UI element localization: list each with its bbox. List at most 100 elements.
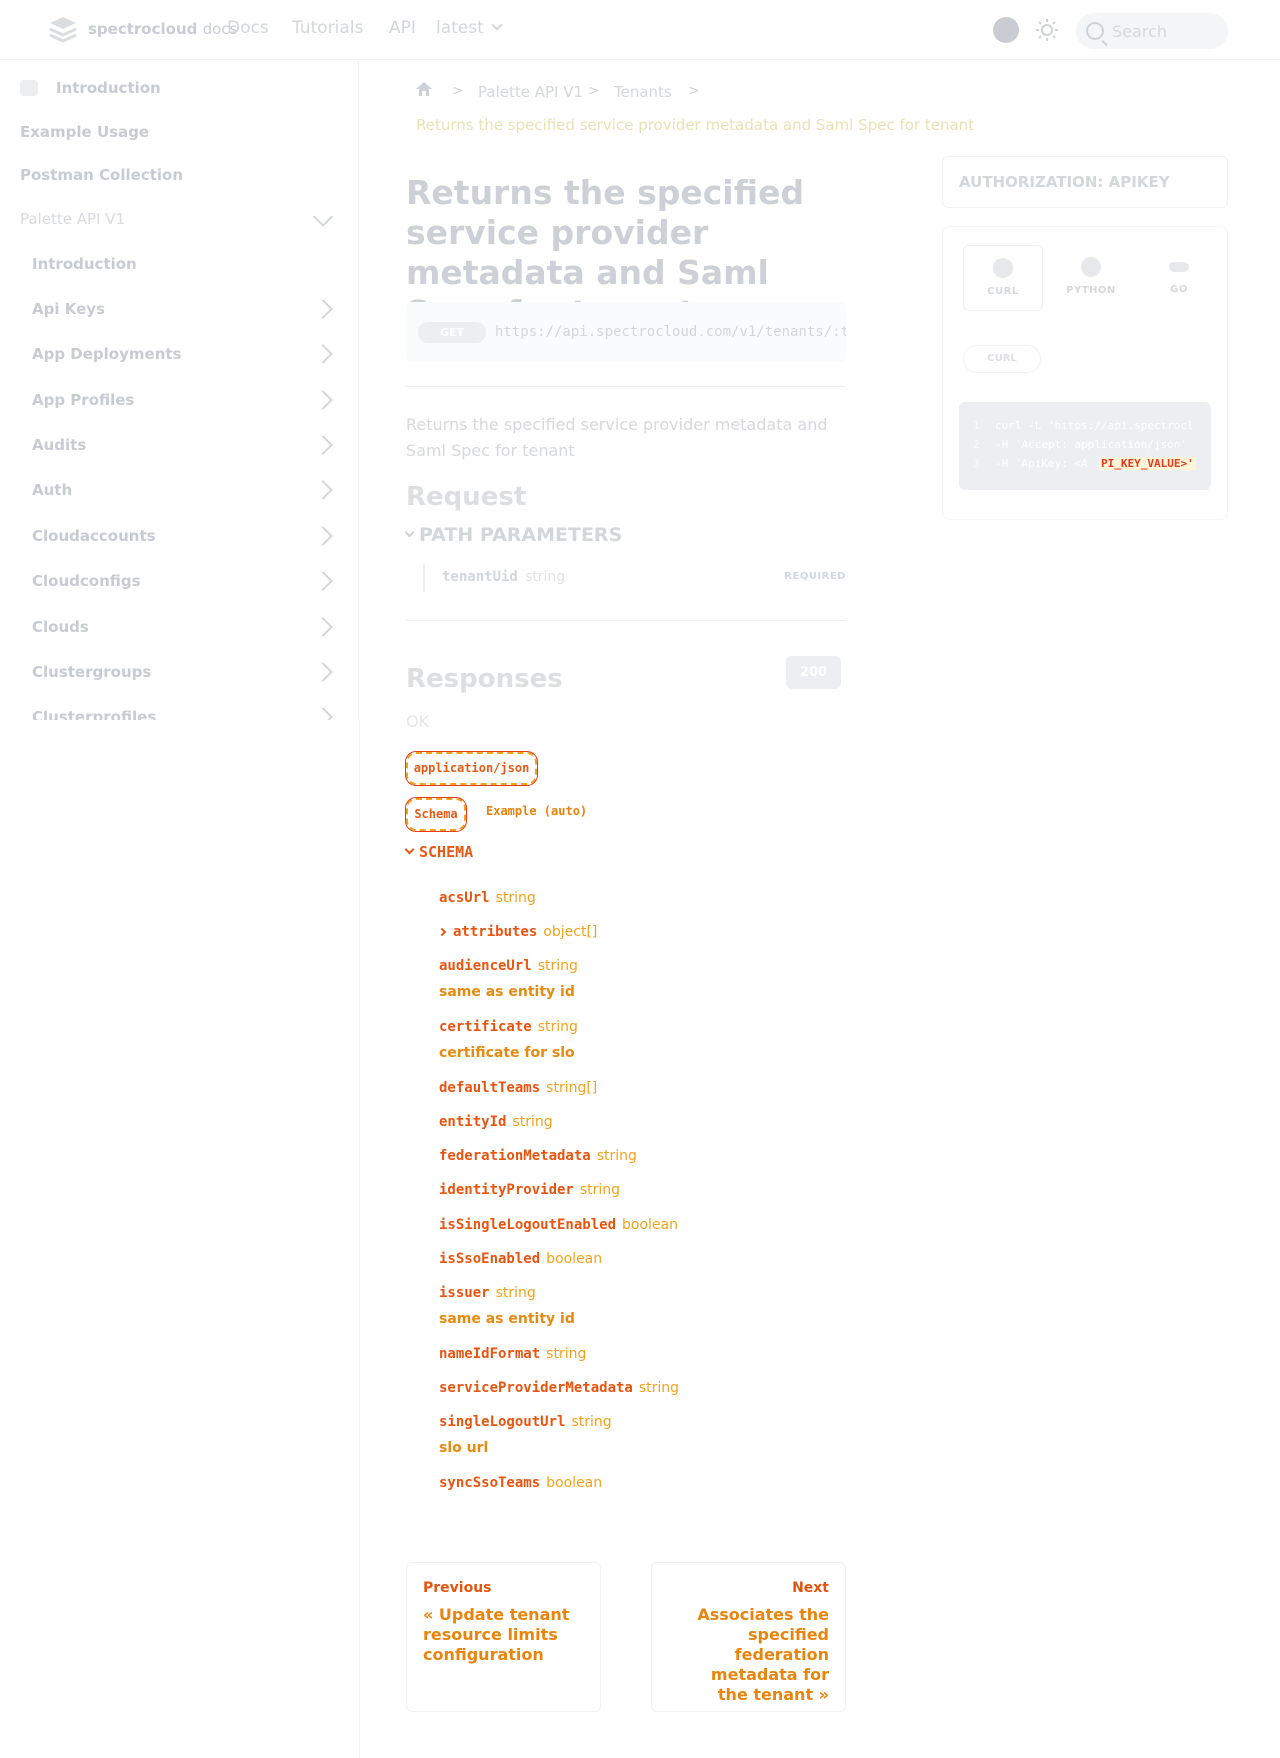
schema-field-issinglelogoutenabled: isSingleLogoutEnabled boolean xyxy=(439,1216,678,1234)
nav-link-tutorials[interactable]: Tutorials xyxy=(292,18,363,38)
breadcrumb-separator: > xyxy=(688,83,700,99)
sidebar-item-postman-collection[interactable]: Postman Collection xyxy=(20,166,183,184)
field-name: isSsoEnabled xyxy=(439,1251,541,1267)
sidebar-item-palette-api-v1[interactable]: Palette API V1 xyxy=(20,210,125,228)
nav-link-api[interactable]: API xyxy=(389,18,416,38)
line-number: 3 xyxy=(973,457,980,470)
code-text: -H 'Accept: application/json' xyxy=(995,438,1188,451)
field-type: string xyxy=(495,890,536,906)
chevron-right-icon[interactable] xyxy=(313,707,333,720)
param-row: tenantUid string REQUIRED xyxy=(423,564,846,592)
endpoint-url-bar[interactable]: GET https://api.spectrocloud.com/v1/tena… xyxy=(406,302,846,362)
schema-field-defaultteams: defaultTeams string[] xyxy=(439,1079,597,1097)
content-type-tab[interactable]: application/json xyxy=(405,751,538,786)
sidebar-subitem-api-keys[interactable]: Api Keys xyxy=(32,300,105,318)
sidebar-subitem-introduction[interactable]: Introduction xyxy=(32,255,137,273)
schema-field-identityprovider: identityProvider string xyxy=(439,1181,620,1199)
logo[interactable]: spectrocloud docs xyxy=(46,15,237,43)
chevron-right-icon[interactable] xyxy=(313,390,333,410)
curl-icon xyxy=(993,258,1013,278)
chevron-down-icon[interactable] xyxy=(313,207,333,227)
schema-field-certificate: certificate string certificate for slo xyxy=(439,1018,578,1062)
search-input[interactable]: Search xyxy=(1076,13,1228,49)
code-text: -H 'ApiKey: <A xyxy=(995,457,1088,470)
language-label: CURL xyxy=(987,286,1019,297)
sidebar-subitem-clustergroups[interactable]: Clustergroups xyxy=(32,663,151,681)
request-heading: Request xyxy=(406,482,527,512)
code-line: 1 curl -L 'https://api.spectrocl xyxy=(973,419,1194,432)
path-params-toggle[interactable]: PATH PARAMETERS xyxy=(404,524,623,546)
sidebar-subitem-audits[interactable]: Audits xyxy=(32,436,86,454)
chevron-right-icon[interactable] xyxy=(313,617,333,637)
version-label: latest xyxy=(436,18,484,38)
code-line: 2 -H 'Accept: application/json' xyxy=(973,438,1187,451)
pagination-next-title: Associates the specified federation meta… xyxy=(697,1605,829,1704)
language-tab-python[interactable]: PYTHON xyxy=(1051,245,1131,311)
curl-subtab[interactable]: CURL xyxy=(963,345,1041,373)
field-name: syncSsoTeams xyxy=(439,1475,541,1491)
field-name: certificate xyxy=(439,1019,532,1035)
pagination-next-label: Next xyxy=(792,1580,829,1596)
sidebar-subitem-auth[interactable]: Auth xyxy=(32,481,72,499)
field-name: acsUrl xyxy=(439,890,490,906)
responses-heading: Responses xyxy=(406,664,563,694)
param-type: string xyxy=(525,569,566,585)
schema-tab[interactable]: Schema xyxy=(405,797,467,832)
top-navbar: spectrocloud docs Docs Tutorials API lat… xyxy=(0,0,1280,60)
sidebar-subitem-app-deployments[interactable]: App Deployments xyxy=(32,345,181,363)
breadcrumb-palette-api[interactable]: Palette API V1 xyxy=(478,83,583,101)
chevron-right-icon[interactable] xyxy=(313,526,333,546)
code-text: curl -L 'https://api.spectrocl xyxy=(995,419,1194,432)
github-icon[interactable] xyxy=(993,17,1019,43)
field-type: string xyxy=(579,1182,621,1198)
example-tab[interactable]: Example (auto) xyxy=(486,804,587,818)
chevron-right-icon[interactable] xyxy=(313,480,333,500)
field-name: issuer xyxy=(439,1285,490,1301)
field-type: string xyxy=(495,1285,536,1301)
language-tab-curl[interactable]: CURL xyxy=(963,245,1043,311)
field-name: audienceUrl xyxy=(439,958,532,974)
pagination-next[interactable]: Next Associates the specified federation… xyxy=(651,1562,846,1712)
sidebar-item-introduction[interactable]: Introduction xyxy=(56,79,161,97)
field-name: isSingleLogoutEnabled xyxy=(439,1217,617,1233)
schema-field-attributes[interactable]: attributes object[] xyxy=(437,923,597,941)
chevron-right-icon[interactable] xyxy=(313,571,333,591)
authorization-panel[interactable]: AUTHORIZATION: APIKEY xyxy=(942,156,1228,208)
home-icon[interactable] xyxy=(416,82,432,96)
sidebar-subitem-cloudaccounts[interactable]: Cloudaccounts xyxy=(32,527,156,545)
pagination-previous[interactable]: Previous « Update tenant resource limits… xyxy=(406,1562,601,1712)
version-dropdown[interactable]: latest xyxy=(436,18,503,38)
pagination-previous-label: Previous xyxy=(423,1580,492,1596)
go-icon xyxy=(1169,262,1189,272)
language-tab-go[interactable]: GO xyxy=(1139,245,1219,311)
field-name: entityId xyxy=(439,1114,507,1130)
theme-toggle-sun-icon[interactable] xyxy=(1035,18,1059,42)
chevron-right-icon[interactable] xyxy=(313,435,333,455)
param-name: tenantUid xyxy=(442,569,518,585)
path-params-heading: PATH PARAMETERS xyxy=(419,524,623,546)
field-type: string xyxy=(537,958,578,974)
status-code-tab[interactable]: 200 xyxy=(786,656,841,689)
chevron-right-icon[interactable] xyxy=(313,299,333,319)
sidebar-subitem-clusterprofiles[interactable]: Clusterprofiles xyxy=(32,708,156,720)
chevron-right-icon[interactable] xyxy=(313,662,333,682)
schema-toggle[interactable]: SCHEMA xyxy=(404,843,473,861)
breadcrumb-tenants[interactable]: Tenants xyxy=(614,83,672,101)
sidebar-subitem-clouds[interactable]: Clouds xyxy=(32,618,89,636)
pagination-previous-title: « Update tenant resource limits configur… xyxy=(423,1605,570,1664)
chevron-right-icon[interactable] xyxy=(313,344,333,364)
sidebar-subitem-app-profiles[interactable]: App Profiles xyxy=(32,391,134,409)
field-description: certificate for slo xyxy=(439,1045,575,1061)
schema-field-federationmetadata: federationMetadata string xyxy=(439,1147,637,1165)
sidebar-subitem-cloudconfigs[interactable]: Cloudconfigs xyxy=(32,572,141,590)
field-type: string xyxy=(571,1414,612,1430)
nav-link-docs[interactable]: Docs xyxy=(227,18,269,38)
schema-field-serviceprovidermetadata: serviceProviderMetadata string xyxy=(439,1379,679,1397)
schema-field-acsurl: acsUrl string xyxy=(439,889,536,907)
sidebar-item-example-usage[interactable]: Example Usage xyxy=(20,123,149,141)
search-icon xyxy=(1086,22,1104,40)
spectrocloud-logo-icon xyxy=(49,17,77,43)
code-sample[interactable]: 1 curl -L 'https://api.spectrocl 2 -H 'Acc… xyxy=(959,402,1211,490)
field-description: same as entity id xyxy=(439,984,575,1000)
schema-field-isssoenabled: isSsoEnabled boolean xyxy=(439,1250,602,1268)
